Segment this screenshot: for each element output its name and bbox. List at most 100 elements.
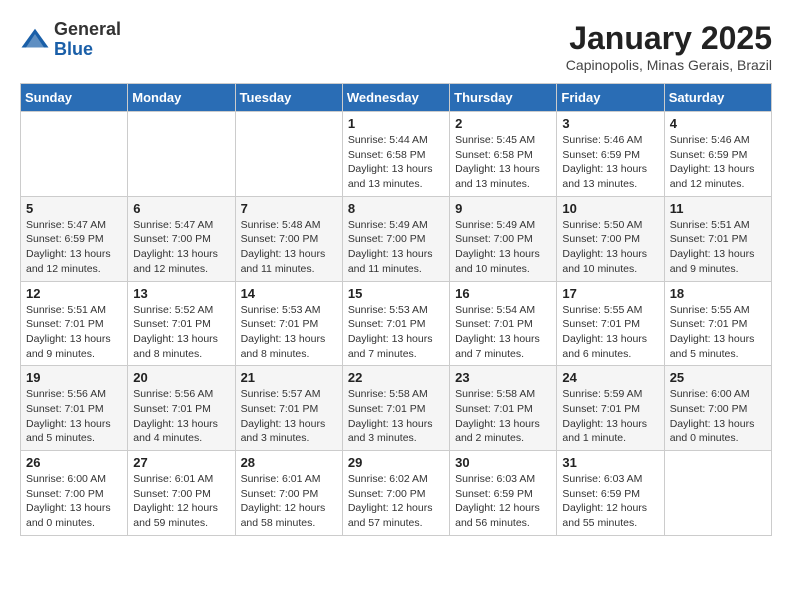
day-number: 13: [133, 286, 229, 301]
calendar-cell: 22Sunrise: 5:58 AM Sunset: 7:01 PM Dayli…: [342, 366, 449, 451]
header-day: Friday: [557, 84, 664, 112]
calendar-cell: 9Sunrise: 5:49 AM Sunset: 7:00 PM Daylig…: [450, 196, 557, 281]
day-info: Sunrise: 5:46 AM Sunset: 6:59 PM Dayligh…: [670, 133, 766, 192]
day-info: Sunrise: 6:03 AM Sunset: 6:59 PM Dayligh…: [455, 472, 551, 531]
header-day: Thursday: [450, 84, 557, 112]
day-number: 24: [562, 370, 658, 385]
day-info: Sunrise: 5:59 AM Sunset: 7:01 PM Dayligh…: [562, 387, 658, 446]
day-number: 16: [455, 286, 551, 301]
calendar-cell: 2 Sunrise: 5:45 AM Sunset: 6:58 PM Daylig…: [450, 112, 557, 197]
logo: General Blue: [20, 20, 121, 60]
day-number: 19: [26, 370, 122, 385]
calendar-cell: 11 Sunrise: 5:51 AM Sunset: 7:01 PM Dayli…: [664, 196, 771, 281]
day-number: 21: [241, 370, 337, 385]
calendar-cell: [128, 112, 235, 197]
calendar-cell: 18 Sunrise: 5:55 AM Sunset: 7:01 PM Dayli…: [664, 281, 771, 366]
calendar-week-row: 26Sunrise: 6:00 AM Sunset: 7:00 PM Dayli…: [21, 451, 772, 536]
day-number: 5: [26, 201, 122, 216]
day-number: 7: [241, 201, 337, 216]
title-block: January 2025 Capinopolis, Minas Gerais, …: [566, 20, 772, 73]
logo-text: General Blue: [54, 20, 121, 60]
calendar-table: SundayMondayTuesdayWednesdayThursdayFrid…: [20, 83, 772, 536]
day-number: 29: [348, 455, 444, 470]
day-info: Sunrise: 5:47 AM Sunset: 7:00 PM Dayligh…: [133, 218, 229, 277]
calendar-cell: 5Sunrise: 5:47 AM Sunset: 6:59 PM Daylig…: [21, 196, 128, 281]
day-info: Sunrise: 6:01 AM Sunset: 7:00 PM Dayligh…: [241, 472, 337, 531]
day-number: 25: [670, 370, 766, 385]
calendar-cell: 1 Sunrise: 5:44 AM Sunset: 6:58 PM Daylig…: [342, 112, 449, 197]
day-info: Sunrise: 5:45 AM Sunset: 6:58 PM Dayligh…: [455, 133, 551, 192]
calendar-header: SundayMondayTuesdayWednesdayThursdayFrid…: [21, 84, 772, 112]
day-info: Sunrise: 5:54 AM Sunset: 7:01 PM Dayligh…: [455, 303, 551, 362]
calendar-cell: 21 Sunrise: 5:57 AM Sunset: 7:01 PM Dayli…: [235, 366, 342, 451]
calendar-cell: 10Sunrise: 5:50 AM Sunset: 7:00 PM Dayli…: [557, 196, 664, 281]
day-number: 28: [241, 455, 337, 470]
day-info: Sunrise: 6:00 AM Sunset: 7:00 PM Dayligh…: [26, 472, 122, 531]
day-number: 27: [133, 455, 229, 470]
day-number: 6: [133, 201, 229, 216]
calendar-cell: 26Sunrise: 6:00 AM Sunset: 7:00 PM Dayli…: [21, 451, 128, 536]
header-day: Sunday: [21, 84, 128, 112]
calendar-cell: 8 Sunrise: 5:49 AM Sunset: 7:00 PM Daylig…: [342, 196, 449, 281]
day-info: Sunrise: 5:56 AM Sunset: 7:01 PM Dayligh…: [26, 387, 122, 446]
day-info: Sunrise: 6:00 AM Sunset: 7:00 PM Dayligh…: [670, 387, 766, 446]
calendar-cell: 6 Sunrise: 5:47 AM Sunset: 7:00 PM Daylig…: [128, 196, 235, 281]
page-header: General Blue January 2025 Capinopolis, M…: [20, 20, 772, 73]
calendar-cell: 23Sunrise: 5:58 AM Sunset: 7:01 PM Dayli…: [450, 366, 557, 451]
calendar-week-row: 19 Sunrise: 5:56 AM Sunset: 7:01 PM Dayli…: [21, 366, 772, 451]
logo-icon: [20, 25, 50, 55]
calendar-week-row: 5Sunrise: 5:47 AM Sunset: 6:59 PM Daylig…: [21, 196, 772, 281]
calendar-cell: 15Sunrise: 5:53 AM Sunset: 7:01 PM Dayli…: [342, 281, 449, 366]
calendar-cell: [21, 112, 128, 197]
day-number: 4: [670, 116, 766, 131]
day-number: 10: [562, 201, 658, 216]
day-info: Sunrise: 5:49 AM Sunset: 7:00 PM Dayligh…: [348, 218, 444, 277]
day-number: 2: [455, 116, 551, 131]
day-info: Sunrise: 5:53 AM Sunset: 7:01 PM Dayligh…: [241, 303, 337, 362]
calendar-cell: 13Sunrise: 5:52 AM Sunset: 7:01 PM Dayli…: [128, 281, 235, 366]
calendar-cell: 28 Sunrise: 6:01 AM Sunset: 7:00 PM Dayli…: [235, 451, 342, 536]
day-number: 20: [133, 370, 229, 385]
header-day: Tuesday: [235, 84, 342, 112]
day-info: Sunrise: 6:02 AM Sunset: 7:00 PM Dayligh…: [348, 472, 444, 531]
day-info: Sunrise: 5:51 AM Sunset: 7:01 PM Dayligh…: [26, 303, 122, 362]
day-number: 9: [455, 201, 551, 216]
header-row: SundayMondayTuesdayWednesdayThursdayFrid…: [21, 84, 772, 112]
day-number: 22: [348, 370, 444, 385]
day-number: 8: [348, 201, 444, 216]
day-number: 11: [670, 201, 766, 216]
calendar-cell: 14 Sunrise: 5:53 AM Sunset: 7:01 PM Dayli…: [235, 281, 342, 366]
day-number: 18: [670, 286, 766, 301]
calendar-cell: 17Sunrise: 5:55 AM Sunset: 7:01 PM Dayli…: [557, 281, 664, 366]
calendar-cell: 31Sunrise: 6:03 AM Sunset: 6:59 PM Dayli…: [557, 451, 664, 536]
calendar-week-row: 1 Sunrise: 5:44 AM Sunset: 6:58 PM Daylig…: [21, 112, 772, 197]
day-number: 1: [348, 116, 444, 131]
calendar-cell: 24 Sunrise: 5:59 AM Sunset: 7:01 PM Dayli…: [557, 366, 664, 451]
day-info: Sunrise: 5:48 AM Sunset: 7:00 PM Dayligh…: [241, 218, 337, 277]
month-title: January 2025: [566, 20, 772, 57]
day-info: Sunrise: 5:55 AM Sunset: 7:01 PM Dayligh…: [670, 303, 766, 362]
calendar-cell: 25 Sunrise: 6:00 AM Sunset: 7:00 PM Dayli…: [664, 366, 771, 451]
day-info: Sunrise: 5:56 AM Sunset: 7:01 PM Dayligh…: [133, 387, 229, 446]
calendar-cell: 3Sunrise: 5:46 AM Sunset: 6:59 PM Daylig…: [557, 112, 664, 197]
calendar-cell: 7 Sunrise: 5:48 AM Sunset: 7:00 PM Daylig…: [235, 196, 342, 281]
day-number: 31: [562, 455, 658, 470]
day-info: Sunrise: 5:51 AM Sunset: 7:01 PM Dayligh…: [670, 218, 766, 277]
logo-blue: Blue: [54, 40, 121, 60]
calendar-cell: 4 Sunrise: 5:46 AM Sunset: 6:59 PM Daylig…: [664, 112, 771, 197]
location-subtitle: Capinopolis, Minas Gerais, Brazil: [566, 57, 772, 73]
day-info: Sunrise: 5:44 AM Sunset: 6:58 PM Dayligh…: [348, 133, 444, 192]
day-info: Sunrise: 5:57 AM Sunset: 7:01 PM Dayligh…: [241, 387, 337, 446]
calendar-cell: 27 Sunrise: 6:01 AM Sunset: 7:00 PM Dayli…: [128, 451, 235, 536]
calendar-week-row: 12Sunrise: 5:51 AM Sunset: 7:01 PM Dayli…: [21, 281, 772, 366]
header-day: Monday: [128, 84, 235, 112]
header-day: Saturday: [664, 84, 771, 112]
day-number: 14: [241, 286, 337, 301]
calendar-cell: 20 Sunrise: 5:56 AM Sunset: 7:01 PM Dayli…: [128, 366, 235, 451]
day-info: Sunrise: 6:01 AM Sunset: 7:00 PM Dayligh…: [133, 472, 229, 531]
day-number: 17: [562, 286, 658, 301]
calendar-cell: 12Sunrise: 5:51 AM Sunset: 7:01 PM Dayli…: [21, 281, 128, 366]
calendar-cell: 29 Sunrise: 6:02 AM Sunset: 7:00 PM Dayli…: [342, 451, 449, 536]
calendar-cell: 19 Sunrise: 5:56 AM Sunset: 7:01 PM Dayli…: [21, 366, 128, 451]
day-number: 23: [455, 370, 551, 385]
